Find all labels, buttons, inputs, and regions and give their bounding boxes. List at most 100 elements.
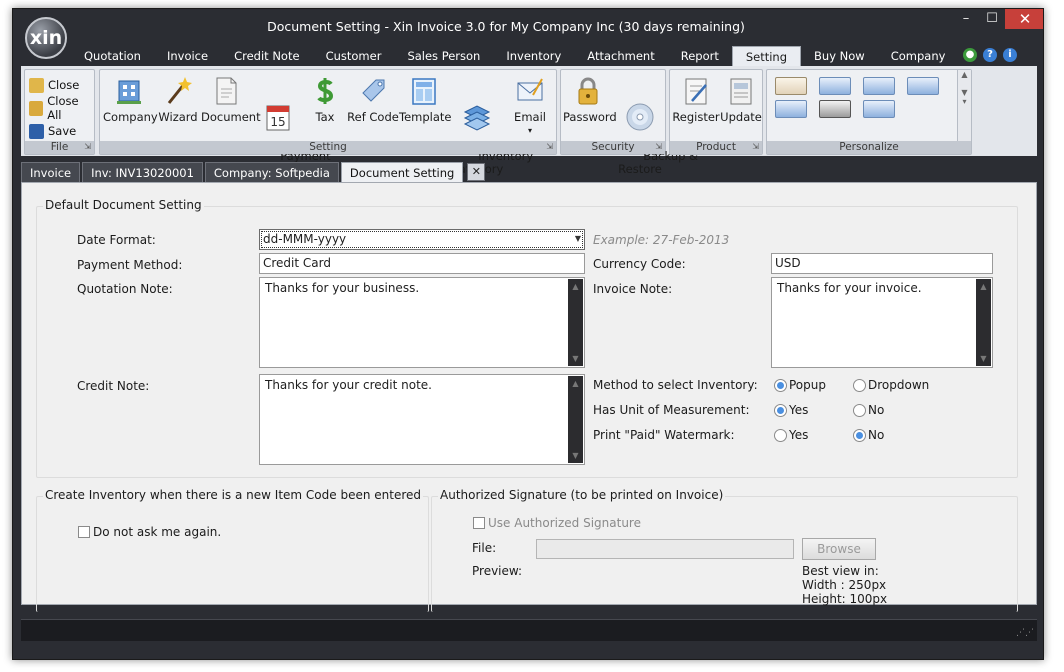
company-button[interactable]: Company bbox=[103, 75, 158, 124]
inventory-popup-radio[interactable] bbox=[774, 379, 787, 392]
close-item[interactable]: Close bbox=[29, 75, 79, 95]
payment-method-label: Payment Method: bbox=[77, 258, 183, 272]
close-button[interactable]: ✕ bbox=[1005, 9, 1043, 29]
tag-icon bbox=[362, 79, 385, 102]
theme-swatch-5[interactable] bbox=[775, 100, 807, 118]
watermark-yes-radio[interactable] bbox=[774, 429, 787, 442]
email-dropdown-icon[interactable]: ▾ bbox=[507, 124, 553, 137]
calendar-icon: 15 bbox=[266, 105, 290, 131]
document-setting-panel: Default Document Setting Date Format: dd… bbox=[21, 182, 1037, 612]
unit-yes-radio[interactable] bbox=[774, 404, 787, 417]
security-group: Password Backup & Restore Security ⇲ bbox=[560, 69, 698, 176]
doc-tab-company[interactable]: Company: Softpedia bbox=[204, 162, 339, 182]
use-signature-label: Use Authorized Signature bbox=[488, 516, 641, 530]
tab-setting[interactable]: Setting bbox=[731, 46, 802, 66]
best-height-label: Height: 100px bbox=[802, 592, 888, 606]
tab-attachment[interactable]: Attachment bbox=[574, 46, 667, 66]
tab-buy-now[interactable]: Buy Now bbox=[801, 46, 878, 66]
save-label: Save bbox=[48, 124, 77, 138]
wizard-icon bbox=[167, 77, 192, 104]
tab-inventory[interactable]: Inventory bbox=[493, 46, 574, 66]
browse-button[interactable]: Browse bbox=[802, 538, 876, 560]
register-label: Register bbox=[672, 110, 720, 124]
tab-invoice[interactable]: Invoice bbox=[154, 46, 221, 66]
tab-report[interactable]: Report bbox=[668, 46, 732, 66]
payment-method-input[interactable]: Credit Card bbox=[259, 253, 585, 274]
currency-code-input[interactable]: USD bbox=[771, 253, 993, 274]
document-icon bbox=[216, 77, 237, 105]
doc-tab-inv-number[interactable]: Inv: INV13020001 bbox=[82, 162, 203, 182]
close-tab-icon[interactable]: ✕ bbox=[467, 163, 486, 181]
help-icon[interactable]: ? bbox=[983, 48, 997, 62]
close-all-item[interactable]: Close All bbox=[29, 94, 94, 122]
tab-company[interactable]: Company bbox=[878, 46, 959, 66]
theme-scrollbar[interactable]: ▲ ▼ ▾ bbox=[957, 70, 971, 143]
template-button[interactable]: Template bbox=[399, 75, 451, 124]
quotation-note-textarea[interactable]: Thanks for your business. ▲ ▼ bbox=[259, 277, 585, 368]
do-not-ask-checkbox[interactable] bbox=[78, 526, 90, 538]
dialog-launcher-icon[interactable]: ⇲ bbox=[752, 142, 759, 152]
unit-no-radio[interactable] bbox=[853, 404, 866, 417]
date-format-dropdown[interactable]: dd-MMM-yyyy ▼ bbox=[259, 229, 585, 250]
credit-note-textarea[interactable]: Thanks for your credit note. ▲ ▼ bbox=[259, 374, 585, 465]
save-icon bbox=[29, 123, 44, 139]
watermark-no-radio[interactable] bbox=[853, 429, 866, 442]
theme-swatch-3[interactable] bbox=[863, 77, 895, 95]
default-setting-title: Default Document Setting bbox=[43, 198, 204, 212]
theme-swatch-1[interactable] bbox=[775, 77, 807, 95]
tab-sales-person[interactable]: Sales Person bbox=[394, 46, 493, 66]
dialog-launcher-icon[interactable]: ⇲ bbox=[84, 142, 91, 152]
theme-swatch-2[interactable] bbox=[819, 77, 851, 95]
inventory-dropdown-radio[interactable] bbox=[853, 379, 866, 392]
quotation-note-scrollbar[interactable]: ▲ ▼ bbox=[568, 279, 583, 366]
chevron-down-icon: ▼ bbox=[574, 234, 581, 243]
inventory-method-label: Method to select Inventory: bbox=[593, 378, 758, 392]
paid-watermark-label: Print "Paid" Watermark: bbox=[593, 428, 735, 442]
maximize-button[interactable]: ☐ bbox=[979, 9, 1005, 29]
resize-grip-icon[interactable]: ⋰⋰ bbox=[1016, 629, 1034, 638]
wizard-button[interactable]: Wizard bbox=[155, 75, 201, 124]
email-icon bbox=[517, 78, 543, 101]
globe-icon[interactable]: ● bbox=[963, 48, 977, 62]
minimize-button[interactable]: – bbox=[953, 9, 979, 29]
ref-code-label: Ref Code bbox=[347, 110, 399, 124]
calendar-day: 15 bbox=[270, 115, 285, 129]
inventory-dropdown-label: Dropdown bbox=[868, 378, 930, 392]
document-button[interactable]: Document bbox=[201, 75, 261, 124]
use-signature-checkbox[interactable] bbox=[473, 517, 485, 529]
security-group-label: Security bbox=[561, 141, 665, 154]
ref-code-button[interactable]: Ref Code bbox=[347, 75, 399, 124]
info-icon[interactable]: i bbox=[1003, 48, 1017, 62]
app-logo[interactable]: xin bbox=[25, 17, 67, 59]
signature-file-input[interactable] bbox=[536, 539, 794, 559]
invoice-note-scrollbar[interactable]: ▲ ▼ bbox=[976, 279, 991, 366]
title-bar: Document Setting - Xin Invoice 3.0 for M… bbox=[13, 9, 1043, 47]
close-label: Close bbox=[48, 78, 80, 92]
update-button[interactable]: Update bbox=[720, 75, 762, 124]
dialog-launcher-icon[interactable]: ⇲ bbox=[655, 142, 662, 152]
save-item[interactable]: Save bbox=[29, 121, 76, 141]
invoice-note-textarea[interactable]: Thanks for your invoice. ▲ ▼ bbox=[771, 277, 993, 368]
email-label: Email bbox=[514, 110, 546, 124]
tax-button[interactable]: Tax bbox=[305, 75, 345, 124]
theme-swatch-6[interactable] bbox=[819, 100, 851, 118]
theme-swatch-7[interactable] bbox=[863, 100, 895, 118]
email-button[interactable]: Email ▾ bbox=[507, 75, 553, 137]
create-inventory-group: Create Inventory when there is a new Ite… bbox=[36, 488, 429, 612]
doc-tab-document-setting[interactable]: Document Setting bbox=[340, 162, 464, 182]
tab-credit-note[interactable]: Credit Note bbox=[221, 46, 312, 66]
dialog-launcher-icon[interactable]: ⇲ bbox=[546, 142, 553, 152]
credit-note-scrollbar[interactable]: ▲ ▼ bbox=[568, 376, 583, 463]
backup-restore-button[interactable]: Backup & Restore bbox=[614, 75, 698, 189]
preview-label: Preview: bbox=[472, 564, 523, 578]
tab-quotation[interactable]: Quotation bbox=[71, 46, 154, 66]
theme-swatch-4[interactable] bbox=[907, 77, 939, 95]
doc-tab-invoice[interactable]: Invoice bbox=[21, 162, 81, 182]
document-tabs: Invoice Inv: INV13020001 Company: Softpe… bbox=[21, 162, 486, 182]
tab-customer[interactable]: Customer bbox=[313, 46, 395, 66]
password-button[interactable]: Password bbox=[563, 75, 617, 124]
register-button[interactable]: Register bbox=[672, 75, 720, 124]
product-group: Register Update Product ⇲ bbox=[669, 69, 763, 155]
unit-yes-label: Yes bbox=[789, 403, 809, 417]
invoice-note-value: Thanks for your invoice. bbox=[777, 281, 922, 295]
